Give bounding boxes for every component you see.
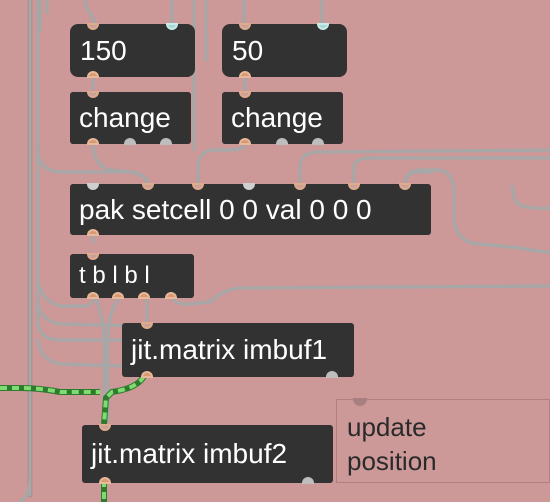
comment-line: position [347,446,437,476]
outlet-dot-icon[interactable] [239,71,251,78]
signal-cord[interactable] [0,386,100,394]
inlet-dot-icon[interactable] [87,91,99,98]
patch-cord[interactable] [18,478,32,502]
inlet-dot-icon[interactable] [166,23,178,30]
patch-cord[interactable] [83,0,96,24]
outlet-dot-icon[interactable] [87,71,99,78]
patch-cord[interactable] [510,184,550,210]
outlet-dot-icon[interactable] [302,477,314,484]
inlet-dot-icon[interactable] [87,23,99,30]
message-box-label: 150 [80,34,127,66]
outlet-dot-icon[interactable] [87,229,99,236]
pak-object[interactable]: pak setcell 0 0 val 0 0 0 [70,183,431,236]
message-box-50[interactable]: 50 [222,23,347,78]
object-label: pak setcell 0 0 val 0 0 0 [79,193,372,225]
jit-matrix-imbuf2-object[interactable]: jit.matrix imbuf2 [82,424,333,484]
inlet-dot-icon[interactable] [348,183,360,190]
outlet-dot-icon[interactable] [99,477,111,484]
patch-cord[interactable] [196,141,247,187]
inlet-dot-icon[interactable] [141,322,153,329]
comment-line: update [347,412,427,442]
patch-cord[interactable] [298,148,550,187]
object-label: change [79,102,171,133]
inlet-dot-icon[interactable] [239,23,251,30]
message-box-150[interactable]: 150 [70,23,195,78]
inlet-dot-icon[interactable] [294,183,306,190]
object-label: jit.matrix imbuf1 [131,334,328,365]
inlet-dot-icon[interactable] [142,183,154,190]
outlet-dot-icon[interactable] [138,292,150,299]
outlet-dot-icon[interactable] [312,138,324,145]
message-box-label: 50 [232,34,264,66]
comment-text: update position [347,410,437,478]
outlet-dot-icon[interactable] [112,292,124,299]
inlet-dot-icon[interactable] [399,183,411,190]
inlet-dot-icon[interactable] [87,183,99,190]
patch-cord[interactable] [106,295,122,422]
object-label: change [231,102,323,133]
inlet-dot-icon[interactable] [87,253,99,260]
outlet-dot-icon[interactable] [239,138,251,145]
object-label: t b l b l [79,262,150,289]
outlet-dot-icon[interactable] [276,138,288,145]
jit-matrix-imbuf1-object[interactable]: jit.matrix imbuf1 [122,322,354,378]
inlet-dot-icon[interactable] [317,23,329,30]
outlet-dot-icon[interactable] [165,292,177,299]
patch-cord[interactable] [170,284,550,306]
outlet-dot-icon[interactable] [326,371,338,378]
trigger-object[interactable]: t b l b l [70,253,194,299]
inlet-dot-icon[interactable] [99,424,111,431]
object-label: jit.matrix imbuf2 [91,438,288,469]
patch-cord[interactable] [91,141,150,187]
inlet-dot-icon[interactable] [192,183,204,190]
outlet-dot-icon[interactable] [87,292,99,299]
outlet-dot-icon[interactable] [160,138,172,145]
inlet-dot-icon[interactable] [239,91,251,98]
patch-cord[interactable] [36,148,150,188]
outlet-dot-icon[interactable] [124,138,136,145]
outlet-dot-icon[interactable] [87,138,99,145]
outlet-dot-icon[interactable] [141,371,153,378]
inlet-dot-icon[interactable] [243,183,255,190]
change-object-1[interactable]: change [70,91,191,145]
change-object-2[interactable]: change [222,91,343,145]
